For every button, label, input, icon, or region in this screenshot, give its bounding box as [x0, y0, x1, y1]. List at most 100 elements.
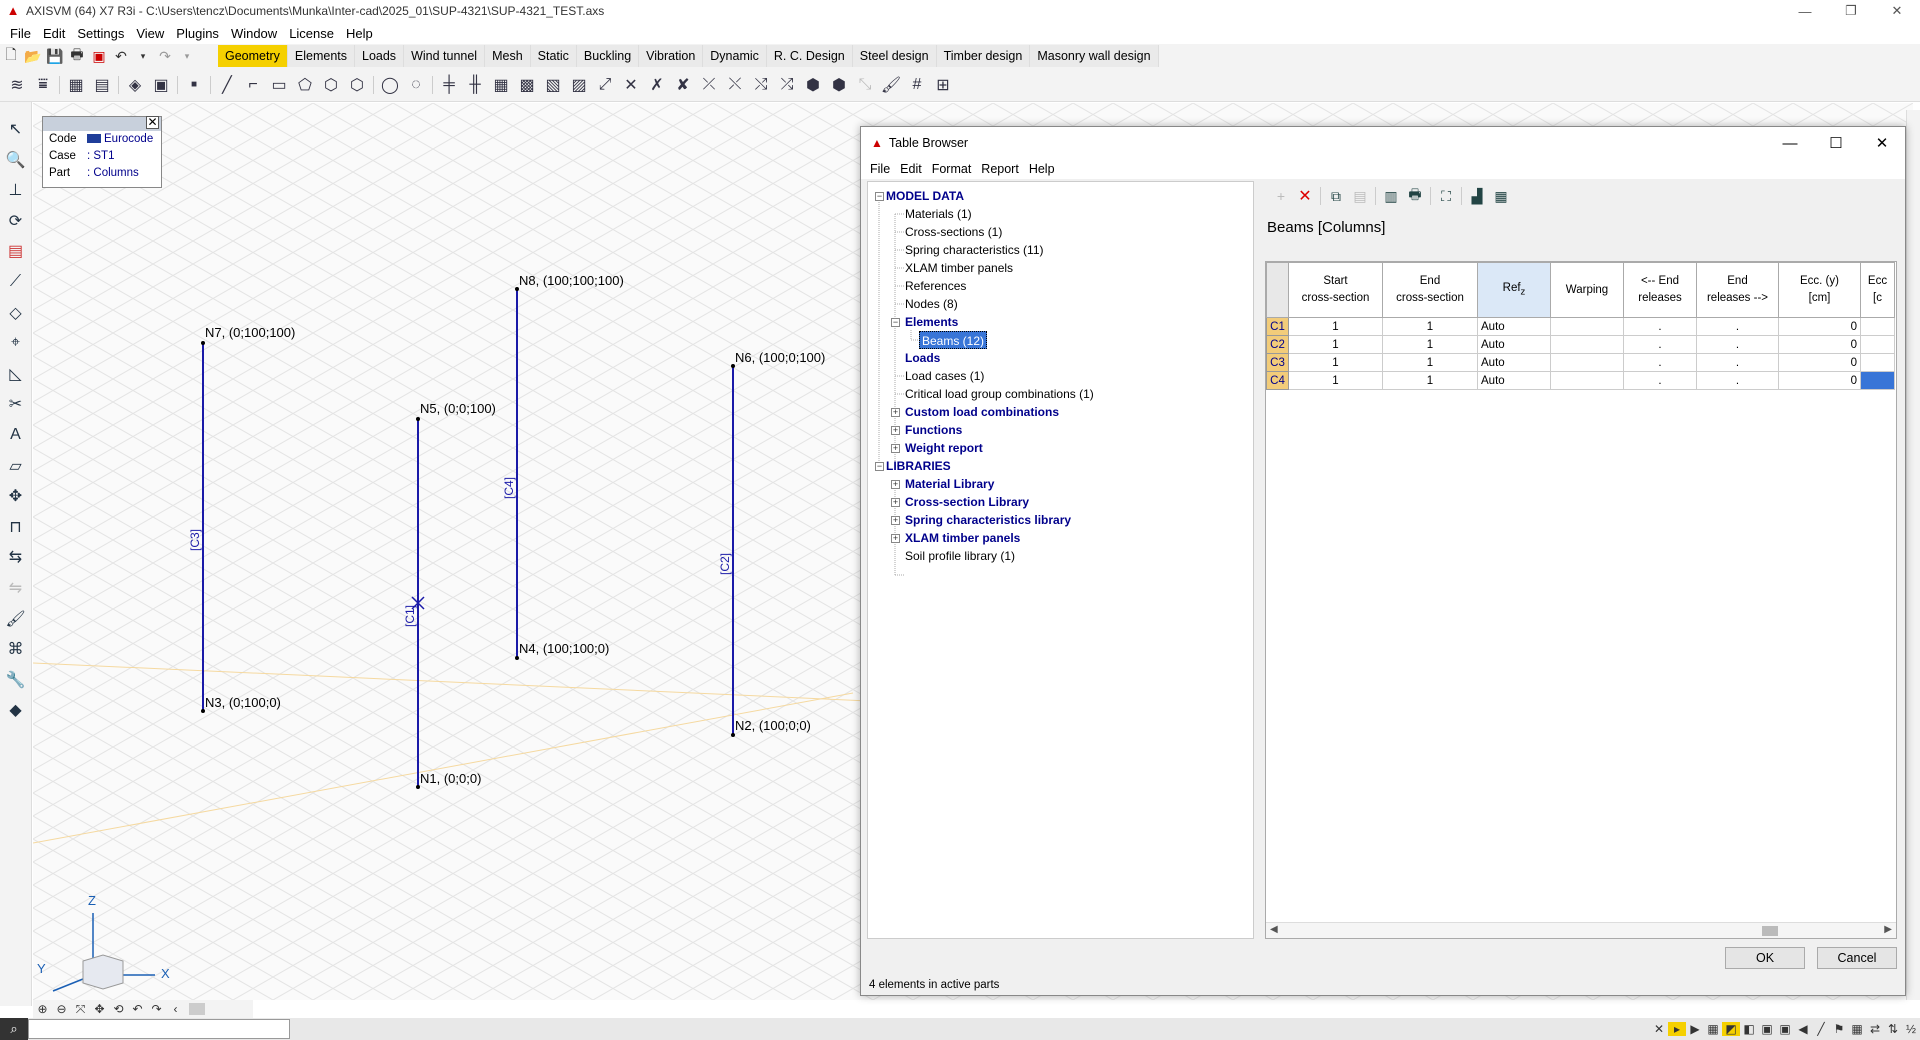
- status-flag-icon[interactable]: ⚑: [1830, 1022, 1848, 1036]
- cell-ecc-y[interactable]: 0: [1778, 335, 1861, 354]
- tree-nodes[interactable]: Nodes (8): [905, 295, 958, 313]
- cell-end[interactable]: 1: [1382, 353, 1478, 372]
- measure-icon[interactable]: ◺: [3, 361, 29, 387]
- tab-loads[interactable]: Loads: [355, 45, 405, 67]
- status-arrow-icon[interactable]: ◀: [1794, 1022, 1812, 1036]
- tree-spring-library[interactable]: Spring characteristics library: [905, 511, 1071, 529]
- rotate-icon[interactable]: ⟲: [109, 1002, 128, 1016]
- col-ecc-y[interactable]: Ecc. (y) [cm]: [1778, 262, 1861, 318]
- grid-icon[interactable]: ▦: [488, 72, 514, 98]
- info-icon[interactable]: ◆: [3, 697, 29, 723]
- row-header[interactable]: C1: [1266, 317, 1289, 336]
- move-icon[interactable]: ⇆: [3, 544, 29, 570]
- table-row[interactable]: C4 1 1 Auto . . 0: [1266, 371, 1895, 390]
- restore-button[interactable]: ❐: [1828, 0, 1874, 22]
- divide-icon[interactable]: ╫: [462, 72, 488, 98]
- expand-icon[interactable]: +: [891, 498, 900, 507]
- layers-color-icon[interactable]: ▤: [3, 238, 29, 264]
- split-icon[interactable]: ⤬: [722, 72, 748, 98]
- columns-icon[interactable]: ▥: [1379, 184, 1403, 208]
- table-browser-dialog[interactable]: ▲ Table Browser — ☐ ✕ File Edit Format R…: [860, 126, 1906, 996]
- dialog-menu-help[interactable]: Help: [1024, 162, 1060, 176]
- wrench-icon[interactable]: 🔧: [3, 667, 29, 693]
- table-row[interactable]: C1 1 1 Auto . . 0: [1266, 317, 1895, 336]
- snap-icon[interactable]: ⌖: [3, 330, 29, 356]
- cell-start-release[interactable]: .: [1623, 335, 1697, 354]
- zoom-in-icon[interactable]: ⊕: [33, 1002, 52, 1016]
- status-layer-icon[interactable]: ◩: [1722, 1022, 1740, 1036]
- tree-custom-combinations[interactable]: Custom load combinations: [905, 403, 1059, 421]
- cell-end[interactable]: 1: [1382, 317, 1478, 336]
- tab-buckling[interactable]: Buckling: [576, 45, 640, 67]
- cell-ecc-z-selected[interactable]: [1860, 371, 1895, 390]
- expand-icon[interactable]: +: [891, 444, 900, 453]
- col-start-cross-section[interactable]: Start cross-section: [1288, 262, 1383, 318]
- disabled-tool-icon[interactable]: ⤡: [852, 72, 878, 98]
- tab-vibration[interactable]: Vibration: [639, 45, 704, 67]
- cell-ecc-y[interactable]: 0: [1778, 317, 1861, 336]
- tab-geometry[interactable]: Geometry: [218, 45, 288, 67]
- circle-icon[interactable]: ◯: [377, 72, 403, 98]
- dialog-title-bar[interactable]: ▲ Table Browser — ☐ ✕: [861, 127, 1905, 159]
- tree-references[interactable]: References: [905, 277, 966, 295]
- dialog-close-button[interactable]: ✕: [1859, 127, 1905, 159]
- trim-icon[interactable]: ✗: [644, 72, 670, 98]
- fit-icon[interactable]: ⛶: [1434, 184, 1458, 208]
- collapse-icon[interactable]: −: [875, 192, 884, 201]
- extend-icon[interactable]: ⤢: [592, 72, 618, 98]
- polyline-icon[interactable]: ⌐: [240, 72, 266, 98]
- status-move-icon[interactable]: ⇄: [1866, 1022, 1884, 1036]
- col-end-releases[interactable]: End releases -->: [1696, 262, 1779, 318]
- skew-grid-icon[interactable]: ▧: [540, 72, 566, 98]
- horizontal-scrollbar[interactable]: ◀ ▶: [1266, 922, 1896, 938]
- cell-ref[interactable]: Auto: [1477, 353, 1551, 372]
- cell-start[interactable]: 1: [1288, 353, 1383, 372]
- plane-icon[interactable]: ▱: [3, 453, 29, 479]
- tree-cross-section-library[interactable]: Cross-section Library: [905, 493, 1029, 511]
- cell-ecc-y[interactable]: 0: [1778, 353, 1861, 372]
- table-corner[interactable]: [1266, 262, 1289, 318]
- tab-elements[interactable]: Elements: [287, 45, 355, 67]
- tree-soil-profile-library[interactable]: Soil profile library (1): [905, 547, 1015, 565]
- split2-icon[interactable]: ⤭: [748, 72, 774, 98]
- tab-mesh[interactable]: Mesh: [485, 45, 531, 67]
- new-file-icon[interactable]: 🗋: [0, 45, 22, 67]
- join-icon[interactable]: ⤮: [774, 72, 800, 98]
- polygon-icon[interactable]: ⬠: [292, 72, 318, 98]
- table-row[interactable]: C3 1 1 Auto . . 0: [1266, 353, 1895, 372]
- status-scale-icon[interactable]: ½: [1902, 1022, 1920, 1036]
- intersect-icon[interactable]: ╪: [436, 72, 462, 98]
- status-frame2-icon[interactable]: ▣: [1776, 1022, 1794, 1036]
- save-icon[interactable]: 💾: [44, 45, 66, 67]
- tree-beams[interactable]: Beams (12): [919, 331, 988, 349]
- status-updown-icon[interactable]: ⇅: [1884, 1022, 1902, 1036]
- cell-ref[interactable]: Auto: [1477, 371, 1551, 390]
- command-search-input[interactable]: [28, 1019, 290, 1039]
- tools-icon[interactable]: ✂: [3, 391, 29, 417]
- status-plane-icon[interactable]: ◧: [1740, 1022, 1758, 1036]
- cell-start[interactable]: 1: [1288, 371, 1383, 390]
- tree-model-data[interactable]: MODEL DATA: [886, 187, 964, 205]
- scroll-thumb[interactable]: [1762, 926, 1778, 936]
- close-button[interactable]: ✕: [1874, 0, 1920, 22]
- redo-view-icon[interactable]: ↷: [147, 1002, 166, 1016]
- tree-xlam[interactable]: XLAM timber panels: [905, 259, 1013, 277]
- zoom-out-icon[interactable]: ⊖: [52, 1002, 71, 1016]
- undo-dropdown-icon[interactable]: ▾: [132, 45, 154, 67]
- tree-material-library[interactable]: Material Library: [905, 475, 994, 493]
- status-table-icon[interactable]: ▦: [1848, 1022, 1866, 1036]
- add-row-icon[interactable]: +: [1269, 184, 1293, 208]
- tree-load-cases[interactable]: Load cases (1): [905, 367, 984, 385]
- dialog-minimize-button[interactable]: —: [1767, 127, 1813, 159]
- node-dot[interactable]: [416, 417, 420, 421]
- menu-file[interactable]: File: [4, 26, 37, 41]
- cell-end[interactable]: 1: [1382, 371, 1478, 390]
- hash-icon[interactable]: #: [904, 72, 930, 98]
- trim2-icon[interactable]: ✘: [670, 72, 696, 98]
- cell-start[interactable]: 1: [1288, 335, 1383, 354]
- status-frame-icon[interactable]: ▣: [1758, 1022, 1776, 1036]
- col-ref-z[interactable]: Refz: [1477, 262, 1551, 318]
- zoom-fit-icon[interactable]: ⤧: [71, 1002, 90, 1017]
- menu-settings[interactable]: Settings: [71, 26, 130, 41]
- pan-icon[interactable]: ✥: [90, 1002, 109, 1016]
